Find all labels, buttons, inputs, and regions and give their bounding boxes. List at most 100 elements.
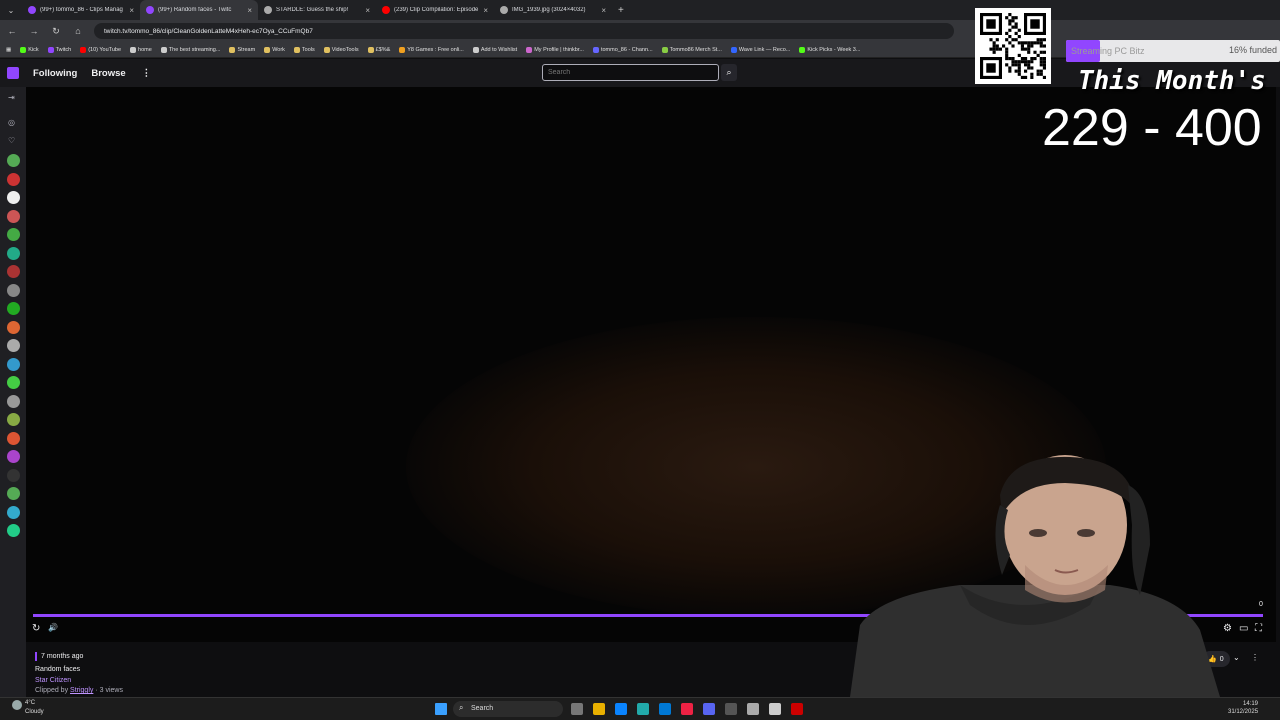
followed-channel-avatar[interactable] (7, 172, 20, 186)
followed-channel-avatar[interactable] (7, 302, 20, 315)
close-icon[interactable]: × (601, 6, 606, 15)
fullscreen-icon[interactable]: ⛶ (1255, 623, 1262, 634)
chevron-down-icon[interactable]: ⌄ (1233, 653, 1240, 662)
browser-tab[interactable]: IMG_1939.jpg (3024×4032) × (494, 0, 612, 20)
address-bar[interactable]: twitch.tv/tommo_86/clip/CleanGoldenLatte… (94, 23, 954, 39)
reload-icon[interactable]: ↻ (50, 26, 62, 37)
bookmark-favicon-icon (730, 46, 737, 53)
followed-channel-avatar[interactable] (7, 376, 20, 389)
taskbar-app-icon[interactable] (791, 703, 803, 715)
followed-channel-avatar[interactable] (7, 246, 20, 260)
windows-start-icon[interactable] (435, 703, 447, 715)
bookmark-item[interactable]: £$%& (367, 46, 390, 53)
bookmark-item[interactable]: Wave Link — Reco... (730, 46, 790, 53)
search-icon[interactable]: ⌕ (721, 64, 737, 81)
followed-channel-avatar[interactable] (7, 209, 20, 223)
taskbar-search[interactable]: ⌕ Search (453, 701, 563, 717)
followed-channel-avatar[interactable] (7, 524, 20, 537)
home-icon[interactable]: ⌂ (72, 26, 84, 36)
taskbar-app-icon[interactable] (725, 703, 737, 715)
heart-icon[interactable]: ♡ (8, 136, 15, 145)
bookmark-item[interactable]: Work (264, 46, 285, 53)
bookmark-item[interactable]: My Profile | thinkbr... (526, 46, 584, 53)
bookmark-item[interactable]: home (130, 46, 152, 53)
followed-channel-avatar[interactable] (7, 339, 20, 352)
bookmark-label: Kick (28, 46, 39, 53)
more-options-icon[interactable]: ⋮ (1251, 653, 1259, 662)
taskbar-app-icon[interactable] (571, 703, 583, 715)
browser-tab[interactable]: STARDLE: Guess the ship! × (258, 0, 376, 20)
overlay-range: 229 - 400 (1042, 99, 1262, 157)
browser-tab[interactable]: (239) Clip Compilation: Episode × (376, 0, 494, 20)
bookmark-item[interactable]: The best streaming... (160, 46, 220, 53)
close-icon[interactable]: × (365, 6, 370, 15)
bookmark-item[interactable]: Kick Picks - Week 3... (799, 46, 860, 53)
apps-icon[interactable]: ▦ (6, 47, 11, 53)
tab-title: (99+) tommo_86 - Clips Manag (40, 7, 123, 13)
bookmark-item[interactable]: VideoTools (323, 46, 359, 53)
followed-channel-avatar[interactable] (7, 320, 20, 334)
followed-channel-avatar[interactable] (7, 265, 20, 278)
search-input[interactable] (542, 64, 719, 81)
bookmark-label: Stream (237, 46, 256, 53)
taskbar-app-icon[interactable] (703, 703, 715, 715)
followed-channel-avatar[interactable] (7, 468, 20, 482)
browser-tab[interactable]: (99+) tommo_86 - Clips Manag × (22, 0, 140, 20)
accent-bar (35, 652, 37, 661)
more-menu-icon[interactable]: ⋮ (142, 68, 152, 79)
replay-icon[interactable]: ↻ (32, 623, 40, 634)
followed-channel-avatar[interactable] (7, 357, 20, 371)
taskbar-app-icon[interactable] (747, 703, 759, 715)
twitch-logo-icon[interactable] (7, 67, 19, 79)
followed-channel-avatar[interactable] (7, 394, 20, 408)
taskbar-app-icon[interactable] (681, 703, 693, 715)
bookmark-item[interactable]: Tommo86 Merch St... (661, 46, 722, 53)
nav-browse[interactable]: Browse (91, 68, 125, 79)
recommended-icon[interactable]: ◎ (8, 118, 15, 127)
bookmark-favicon-icon (229, 46, 236, 53)
followed-channel-avatar[interactable] (7, 228, 20, 241)
back-icon[interactable]: ← (6, 26, 18, 36)
windows-taskbar: 4°C Cloudy ⌕ Search 14:19 31/12/2025 (0, 697, 1280, 720)
bookmark-label: (10) YouTube (88, 46, 122, 53)
bookmark-item[interactable]: Twitch (47, 46, 71, 53)
nav-following[interactable]: Following (33, 68, 77, 79)
bookmark-item[interactable]: Tools (293, 46, 315, 53)
bookmark-item[interactable]: Add to Wishlist (472, 46, 517, 53)
taskbar-app-icon[interactable] (637, 703, 649, 715)
clip-category-link[interactable]: Star Citizen (35, 677, 71, 684)
new-tab-button[interactable]: + (618, 5, 624, 16)
close-icon[interactable]: × (247, 6, 252, 15)
followed-channel-avatar[interactable] (7, 154, 20, 167)
close-icon[interactable]: × (483, 6, 488, 15)
tab-title: STARDLE: Guess the ship! (276, 7, 349, 13)
followed-channel-avatar[interactable] (7, 450, 20, 463)
theatre-mode-icon[interactable]: ▭ (1239, 623, 1248, 634)
bookmark-label: Work (272, 46, 285, 53)
followed-channel-avatar[interactable] (7, 413, 20, 426)
settings-icon[interactable]: ⚙ (1223, 623, 1232, 634)
close-icon[interactable]: × (129, 6, 134, 15)
bookmark-item[interactable]: Kick (20, 46, 39, 53)
expand-sidebar-icon[interactable]: ⇥ (8, 93, 15, 102)
bookmark-label: Y8 Games : Free onli... (407, 46, 464, 53)
followed-channel-avatar[interactable] (7, 505, 20, 519)
followed-channel-avatar[interactable] (7, 487, 20, 500)
forward-icon[interactable]: → (28, 26, 40, 36)
bookmark-item[interactable]: tommo_86 - Chann... (592, 46, 653, 53)
bookmark-item[interactable]: (10) YouTube (80, 46, 122, 53)
followed-channel-avatar[interactable] (7, 283, 20, 297)
browser-tab-active[interactable]: (99+) Random faces - Twitc × (140, 0, 258, 20)
bookmark-item[interactable]: Y8 Games : Free onli... (399, 46, 464, 53)
taskbar-app-icon[interactable] (615, 703, 627, 715)
bookmark-item[interactable]: Stream (229, 46, 256, 53)
volume-icon[interactable]: 🔊 (48, 623, 58, 632)
followed-channel-avatar[interactable] (7, 431, 20, 445)
taskbar-app-icon[interactable] (593, 703, 605, 715)
clipper-link[interactable]: Striggly (70, 687, 93, 694)
goal-progress-bar: Streaming PC Bitz 16% funded (1066, 40, 1280, 62)
followed-channel-avatar[interactable] (7, 191, 20, 204)
taskbar-app-icon[interactable] (769, 703, 781, 715)
taskbar-app-icon[interactable] (659, 703, 671, 715)
tab-search-icon[interactable]: ⌄ (0, 6, 22, 15)
